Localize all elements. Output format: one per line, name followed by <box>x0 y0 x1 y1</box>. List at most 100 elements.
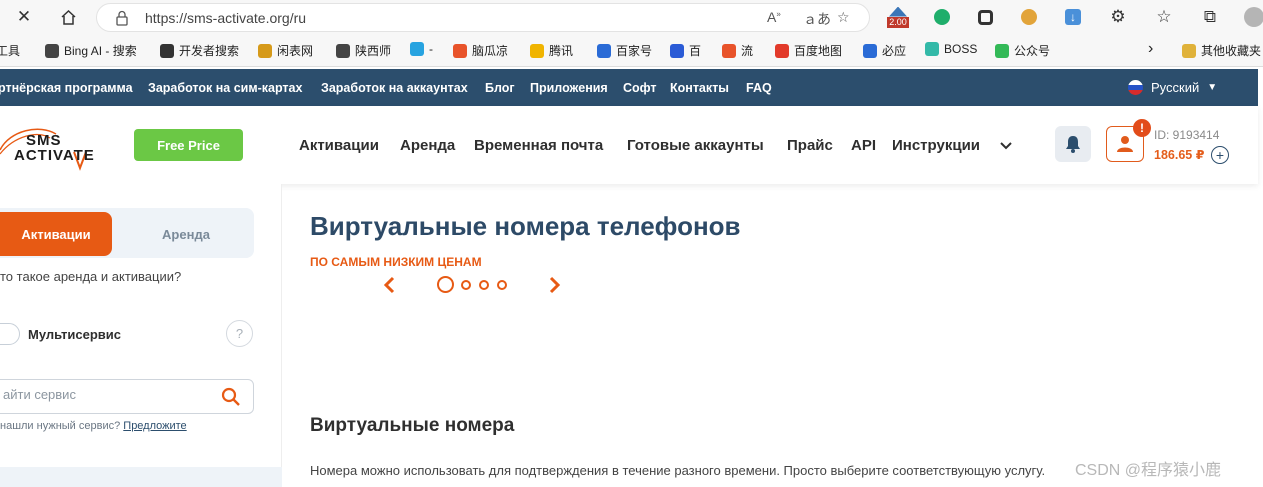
home-icon[interactable] <box>54 4 82 30</box>
bookmark-label: 工具 <box>0 44 21 58</box>
carousel-dot[interactable] <box>461 280 471 290</box>
favorites-icon[interactable]: ☆ <box>1150 4 1178 30</box>
bookmark-label: BOSS <box>944 42 978 56</box>
topbar-link-partner[interactable]: ртнёрская программа <box>0 81 133 95</box>
topbar-link-apps[interactable]: Приложения <box>530 81 608 95</box>
collections-icon[interactable]: ⧉ <box>1196 4 1224 30</box>
user-id: ID: 9193414 <box>1154 128 1220 142</box>
bookmark-label: 流 <box>741 44 754 58</box>
service-search <box>0 379 254 414</box>
suggest-service-link[interactable]: Предложите <box>123 420 186 432</box>
bookmark-label: - <box>429 42 433 56</box>
bookmark-icon <box>863 43 877 58</box>
bookmark-item[interactable]: 闲表网 <box>258 42 313 59</box>
topbar-link-contacts[interactable]: Контакты <box>670 81 729 95</box>
bookmark-item[interactable]: 其他收藏夹 <box>1182 42 1261 59</box>
help-icon[interactable]: ? <box>226 320 253 347</box>
bookmark-item[interactable]: 必应 <box>863 42 906 59</box>
bookmark-icon <box>410 42 424 56</box>
nav-rent[interactable]: Аренда <box>400 137 455 154</box>
bookmark-item[interactable]: 陕西师 <box>336 42 391 59</box>
tab-activations[interactable]: Активации <box>0 212 112 256</box>
nav-activations[interactable]: Активации <box>299 137 379 154</box>
favorite-add-icon[interactable]: ☆ <box>837 9 850 26</box>
carousel-dot-active[interactable] <box>437 276 454 293</box>
bookmark-item[interactable]: - <box>410 42 433 56</box>
watermark: CSDN @程序猿小鹿 <box>1075 462 1222 479</box>
extensions-icon[interactable]: ⚙ <box>1104 4 1132 30</box>
bookmark-icon <box>530 43 544 58</box>
translate-icon[interactable]: ａあ <box>803 9 831 29</box>
nav-price[interactable]: Прайс <box>787 137 833 154</box>
extension-zoom-icon[interactable]: 2.00 <box>884 4 912 30</box>
chevron-down-icon: ▼ <box>1207 82 1218 93</box>
sms-activate-logo[interactable]: SMS ACTIVATE <box>0 120 112 174</box>
download-icon[interactable]: ↓ <box>1059 4 1087 30</box>
bookmark-label: 必应 <box>882 44 907 58</box>
bookmark-icon <box>453 43 467 58</box>
bookmark-item[interactable]: 开发者搜索 <box>160 42 239 59</box>
bookmark-item[interactable]: 腾讯 <box>530 42 573 59</box>
add-balance-button[interactable]: + <box>1211 146 1229 164</box>
profile-avatar[interactable] <box>1240 4 1263 30</box>
nav-api[interactable]: API <box>851 137 876 154</box>
bookmark-item[interactable]: BOSS <box>925 42 977 56</box>
carousel-next-icon[interactable] <box>545 276 563 294</box>
chevron-down-icon[interactable] <box>1000 142 1012 150</box>
extension-link-icon[interactable] <box>971 4 999 30</box>
language-label: Русский <box>1151 80 1200 95</box>
balance-value: 186.65 ₽ <box>1154 148 1205 162</box>
bell-icon <box>1066 136 1080 153</box>
what-is-link[interactable]: то такое аренда и активации? <box>0 269 181 284</box>
tab-rent[interactable]: Аренда <box>118 212 254 256</box>
service-sidebar: Активации Аренда то такое аренда и актив… <box>0 184 282 487</box>
topbar-link-sim-earnings[interactable]: Заработок на сим-картах <box>148 81 302 95</box>
bookmark-item[interactable]: 流 <box>722 42 753 59</box>
bookmark-item[interactable]: 公众号 <box>995 42 1050 59</box>
topbar-link-soft[interactable]: Софт <box>623 81 657 95</box>
close-icon[interactable]: ✕ <box>10 4 38 30</box>
nav-temp-mail[interactable]: Временная почта <box>474 137 603 154</box>
topbar-link-blog[interactable]: Блог <box>485 81 515 95</box>
bookmark-label: 百 <box>689 44 702 58</box>
bookmarks-overflow-icon[interactable]: › <box>1148 40 1153 58</box>
bookmark-label: 腾讯 <box>549 44 574 58</box>
carousel-dot[interactable] <box>479 280 489 290</box>
bookmark-item[interactable]: 百家号 <box>597 42 652 59</box>
bookmark-item[interactable]: 百 <box>670 42 701 59</box>
bookmark-item[interactable]: 工具 <box>0 42 20 59</box>
page-subtitle: ПО САМЫМ НИЗКИМ ЦЕНАМ <box>310 255 482 269</box>
extension-cat-icon[interactable] <box>1015 4 1043 30</box>
topbar-link-account-earnings[interactable]: Заработок на аккаунтах <box>321 81 468 95</box>
russia-flag-icon <box>1128 80 1143 95</box>
bookmark-label: 陕西师 <box>355 44 392 58</box>
bookmark-icon <box>45 43 59 58</box>
free-price-button[interactable]: Free Price <box>134 129 243 161</box>
extension-green-icon[interactable] <box>928 4 956 30</box>
address-bar[interactable]: https://sms-activate.org/ru A» ａあ ☆ <box>96 3 870 32</box>
bookmark-icon <box>597 43 611 58</box>
bookmark-label: 其他收藏夹 <box>1201 44 1262 58</box>
carousel-dot[interactable] <box>497 280 507 290</box>
nav-ready-accounts[interactable]: Готовые аккаунты <box>627 137 764 154</box>
read-aloud-icon[interactable]: A» <box>767 9 781 25</box>
bookmark-item[interactable]: 脑瓜凉 <box>453 42 508 59</box>
bookmark-item[interactable]: Bing AI - 搜索 <box>45 42 137 59</box>
zoom-badge: 2.00 <box>887 16 909 28</box>
search-input[interactable] <box>3 387 203 402</box>
sidebar-list-top <box>0 467 282 487</box>
carousel-prev-icon[interactable] <box>381 276 399 294</box>
not-found-text: нашли нужный сервис? <box>0 420 121 432</box>
bookmark-icon <box>722 43 736 58</box>
search-icon[interactable] <box>221 387 241 407</box>
language-select[interactable]: Русский ▼ <box>1128 80 1217 95</box>
bookmarks-bar: 工具 Bing AI - 搜索 开发者搜索 闲表网 陕西师 - 脑瓜凉 腾讯 百家号 百 流 百度地图… <box>0 35 1263 67</box>
nav-instructions[interactable]: Инструкции <box>892 137 980 154</box>
topbar-link-faq[interactable]: FAQ <box>746 81 772 95</box>
not-found-hint: нашли нужный сервис? Предложите <box>0 420 187 432</box>
bookmark-label: 开发者搜索 <box>179 44 240 58</box>
notifications-button[interactable] <box>1055 126 1091 162</box>
bookmark-item[interactable]: 百度地图 <box>775 42 842 59</box>
multiservice-toggle[interactable] <box>0 323 20 345</box>
bookmark-icon <box>160 43 174 58</box>
